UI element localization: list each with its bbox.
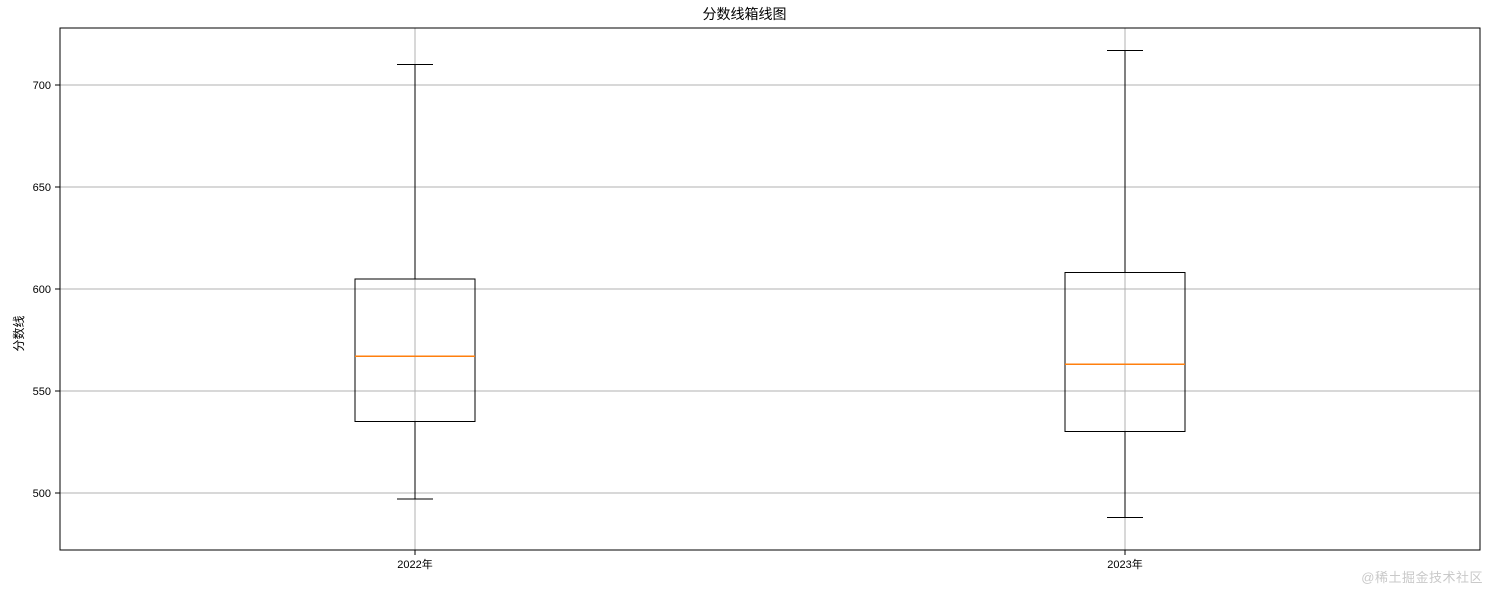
y-tick: 700 [33, 80, 60, 92]
svg-text:500: 500 [33, 488, 51, 500]
boxplot-chart: 分数线箱线图 分数线 5005506006507002022年2023年 @稀土… [0, 0, 1489, 590]
x-tick: 2022年 [397, 550, 432, 571]
chart-title: 分数线箱线图 [0, 4, 1489, 24]
svg-text:700: 700 [33, 80, 51, 92]
svg-text:650: 650 [33, 182, 51, 194]
y-tick: 500 [33, 488, 60, 500]
y-tick: 600 [33, 284, 60, 296]
y-tick: 650 [33, 182, 60, 194]
svg-text:2023年: 2023年 [1107, 557, 1142, 571]
x-tick: 2023年 [1107, 550, 1142, 571]
y-tick: 550 [33, 386, 60, 398]
svg-text:600: 600 [33, 284, 51, 296]
chart-svg: 500 550 600 650 700 2022年 2023年 [0, 0, 1489, 590]
y-axis-label: 分数线 [10, 315, 27, 351]
svg-text:2022年: 2022年 [397, 557, 432, 571]
svg-text:550: 550 [33, 386, 51, 398]
grid [60, 28, 1480, 550]
